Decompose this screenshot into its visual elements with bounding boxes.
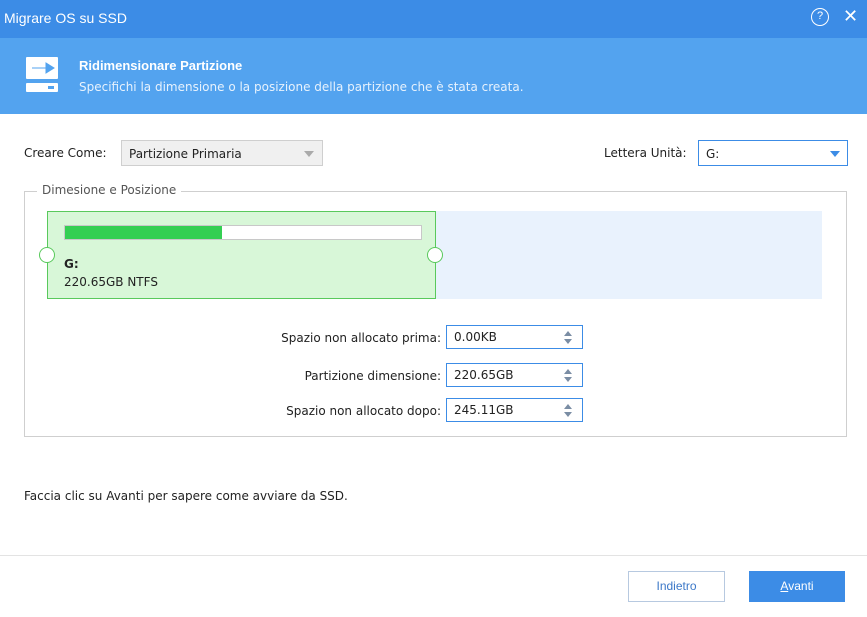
resize-handle-left[interactable]: [39, 247, 55, 263]
spin-down-icon[interactable]: [564, 377, 572, 382]
close-icon[interactable]: ✕: [843, 6, 858, 28]
partition-letter: G:: [64, 257, 79, 271]
spin-down-icon[interactable]: [564, 339, 572, 344]
footer-divider: [0, 555, 867, 556]
group-legend: Dimesione e Posizione: [37, 183, 182, 197]
next-button[interactable]: Avanti: [749, 571, 845, 602]
window-title: Migrare OS su SSD: [4, 10, 127, 26]
create-as-value: Partizione Primaria: [129, 147, 242, 161]
create-as-label: Creare Come:: [24, 146, 107, 160]
back-button[interactable]: Indietro: [628, 571, 725, 602]
disk-migrate-icon: [26, 57, 58, 92]
partition-info: 220.65GB NTFS: [64, 275, 158, 289]
spin-up-icon[interactable]: [564, 369, 572, 374]
partition-usage-bar: [64, 225, 422, 240]
unallocated-before-input[interactable]: 0.00KB: [446, 325, 583, 349]
unallocated-before-value: 0.00KB: [454, 330, 497, 344]
create-as-select[interactable]: Partizione Primaria: [121, 140, 323, 166]
chevron-down-icon: [830, 151, 840, 157]
header-title: Ridimensionare Partizione: [79, 58, 243, 73]
resize-handle-right[interactable]: [427, 247, 443, 263]
drive-letter-select[interactable]: G:: [698, 140, 848, 166]
title-bar: Migrare OS su SSD ? ✕: [0, 0, 867, 38]
header-subtitle: Specifichi la dimensione o la posizione …: [79, 80, 524, 94]
question-circle-icon[interactable]: ?: [811, 8, 829, 26]
drive-letter-label: Lettera Unità:: [604, 146, 687, 160]
chevron-down-icon: [304, 151, 314, 157]
header-banner: Ridimensionare Partizione Specifichi la …: [0, 38, 867, 114]
spin-down-icon[interactable]: [564, 412, 572, 417]
unallocated-after-label: Spazio non allocato dopo:: [286, 404, 441, 418]
hint-text: Faccia clic su Avanti per sapere come av…: [24, 489, 348, 503]
unallocated-after-input[interactable]: 245.11GB: [446, 398, 583, 422]
partition-usage-fill: [65, 226, 222, 239]
next-label-rest: vanti: [788, 579, 814, 593]
drive-letter-value: G:: [706, 147, 720, 161]
spin-up-icon[interactable]: [564, 404, 572, 409]
spin-up-icon[interactable]: [564, 331, 572, 336]
unallocated-after-value: 245.11GB: [454, 403, 514, 417]
partition-size-input[interactable]: 220.65GB: [446, 363, 583, 387]
partition-size-value: 220.65GB: [454, 368, 514, 382]
partition-size-label: Partizione dimensione:: [304, 369, 441, 383]
unallocated-before-label: Spazio non allocato prima:: [281, 331, 441, 345]
